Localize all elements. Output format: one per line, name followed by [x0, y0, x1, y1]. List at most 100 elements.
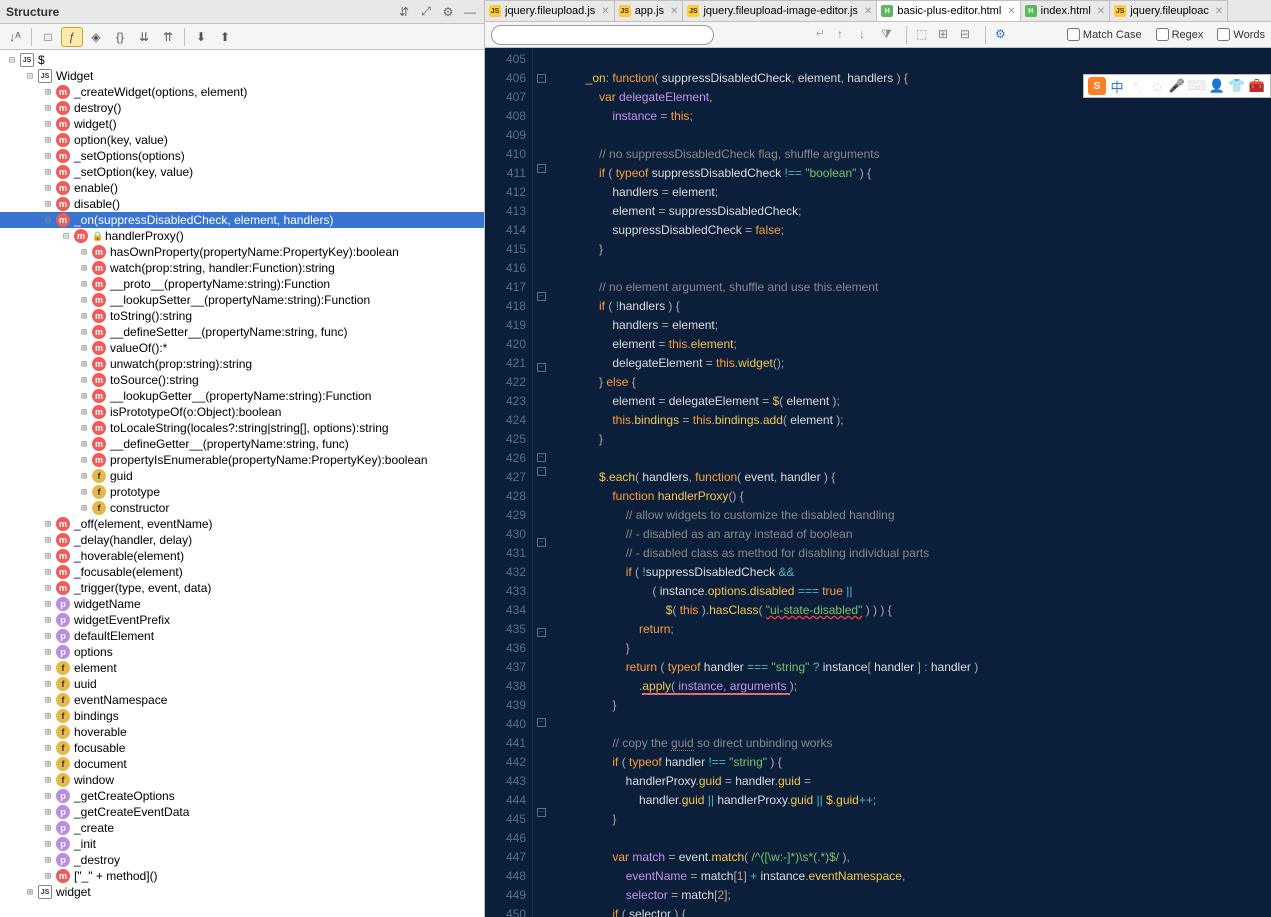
ime-user-icon[interactable]: 👤 [1208, 77, 1226, 95]
ime-logo-icon[interactable]: S [1088, 77, 1106, 95]
tree-node[interactable]: ⊞p_create [0, 820, 484, 836]
editor-tab[interactable]: Hbasic-plus-editor.html✕ [876, 0, 1020, 21]
tree-node[interactable]: ⊞JSwidget [0, 884, 484, 900]
tree-node[interactable]: ⊞m_delay(handler, delay) [0, 532, 484, 548]
collapse-all-icon[interactable]: ⤢ [418, 4, 434, 20]
tree-node[interactable]: ⊞fwindow [0, 772, 484, 788]
select-all-icon[interactable]: ⬚ [916, 27, 932, 43]
expander-icon[interactable]: ⊞ [42, 774, 54, 786]
tree-node[interactable]: ⊞menable() [0, 180, 484, 196]
tree-node[interactable]: ⊞mwidget() [0, 116, 484, 132]
expander-icon[interactable]: ⊞ [42, 598, 54, 610]
expander-icon[interactable]: ⊞ [78, 358, 90, 370]
close-icon[interactable]: ✕ [1215, 6, 1223, 17]
code-editor[interactable]: 405 406 407 408 409 410 411 412 413 414 … [485, 48, 1271, 917]
editor-tab[interactable]: JSjquery.fileupload-image-editor.js✕ [682, 0, 877, 21]
ime-voice-icon[interactable]: 🎤 [1168, 77, 1186, 95]
editor-tab[interactable]: JSjquery.fileupload.js✕ [485, 0, 615, 21]
tree-node[interactable]: ⊞fuuid [0, 676, 484, 692]
expander-icon[interactable]: ⊟ [6, 54, 18, 66]
fold-icon[interactable]: − [537, 467, 546, 476]
expander-icon[interactable]: ⊞ [42, 102, 54, 114]
expander-icon[interactable]: ⊞ [42, 134, 54, 146]
tree-node[interactable]: ⊞m__lookupGetter__(propertyName:string):… [0, 388, 484, 404]
tree-node[interactable]: ⊟JS$ [0, 52, 484, 68]
tree-node[interactable]: ⊞mwatch(prop:string, handler:Function):s… [0, 260, 484, 276]
tree-node[interactable]: ⊞m_off(element, eventName) [0, 516, 484, 532]
expander-icon[interactable]: ⊞ [78, 246, 90, 258]
tree-node[interactable]: ⊞munwatch(prop:string):string [0, 356, 484, 372]
filter-inherited-icon[interactable]: ◈ [85, 27, 107, 47]
tree-node[interactable]: ⊞m_hoverable(element) [0, 548, 484, 564]
expander-icon[interactable]: ⊞ [42, 150, 54, 162]
tree-node[interactable]: ⊞mhasOwnProperty(propertyName:PropertyKe… [0, 244, 484, 260]
words-checkbox[interactable]: Words [1217, 28, 1265, 41]
expander-icon[interactable]: ⊞ [42, 870, 54, 882]
tree-node[interactable]: ⊞mpropertyIsEnumerable(propertyName:Prop… [0, 452, 484, 468]
tree-node[interactable]: ⊞mdisable() [0, 196, 484, 212]
tree-node[interactable]: ⊞mdestroy() [0, 100, 484, 116]
expander-icon[interactable]: ⊞ [42, 742, 54, 754]
tree-node[interactable]: ⊞m__defineGetter__(propertyName:string, … [0, 436, 484, 452]
fold-icon[interactable]: − [537, 538, 546, 547]
tree-node[interactable]: ⊞m_focusable(element) [0, 564, 484, 580]
scroll-from-source-icon[interactable]: ⇵ [396, 4, 412, 20]
expander-icon[interactable]: ⊞ [78, 310, 90, 322]
tree-node[interactable]: ⊞ffocusable [0, 740, 484, 756]
minimap-scrollbar[interactable] [1259, 48, 1271, 917]
tree-node[interactable]: ⊞mtoLocaleString(locales?:string|string[… [0, 420, 484, 436]
autoscroll-to-source-icon[interactable]: ⬇ [190, 27, 212, 47]
expander-icon[interactable]: ⊞ [42, 614, 54, 626]
close-icon[interactable]: ✕ [864, 6, 872, 17]
tree-node[interactable]: ⊞mtoSource():string [0, 372, 484, 388]
fold-icon[interactable]: − [537, 164, 546, 173]
expander-icon[interactable]: ⊞ [42, 518, 54, 530]
expander-icon[interactable]: ⊞ [42, 678, 54, 690]
fold-icon[interactable]: − [537, 292, 546, 301]
ime-punct-icon[interactable]: °, [1128, 77, 1146, 95]
expander-icon[interactable]: ⊞ [42, 758, 54, 770]
expander-icon[interactable]: ⊞ [42, 118, 54, 130]
tree-node[interactable]: ⊞m_setOption(key, value) [0, 164, 484, 180]
expander-icon[interactable]: ⊞ [42, 694, 54, 706]
fold-icon[interactable]: − [537, 363, 546, 372]
ime-lang-icon[interactable]: 中 [1108, 77, 1126, 95]
tree-node[interactable]: ⊟m_on(suppressDisabledCheck, element, ha… [0, 212, 484, 228]
expander-icon[interactable]: ⊞ [78, 422, 90, 434]
expander-icon[interactable]: ⊞ [42, 726, 54, 738]
remove-selection-icon[interactable]: ⊟ [960, 27, 976, 43]
expander-icon[interactable]: ⊞ [42, 550, 54, 562]
expander-icon[interactable]: ⊞ [42, 646, 54, 658]
collapse-all-tree-icon[interactable]: ⇈ [157, 27, 179, 47]
expander-icon[interactable]: ⊞ [42, 582, 54, 594]
expander-icon[interactable]: ⊞ [78, 326, 90, 338]
expander-icon[interactable]: ⊟ [24, 70, 36, 82]
fold-icon[interactable]: − [537, 453, 546, 462]
tree-node[interactable]: ⊞misPrototypeOf(o:Object):boolean [0, 404, 484, 420]
editor-tab[interactable]: JSjquery.fileuploac✕ [1109, 0, 1228, 21]
tree-node[interactable]: ⊞poptions [0, 644, 484, 660]
fold-icon[interactable]: − [537, 74, 546, 83]
autoscroll-from-source-icon[interactable]: ⬆ [214, 27, 236, 47]
expander-icon[interactable]: ⊞ [78, 262, 90, 274]
tree-node[interactable]: ⊞fprototype [0, 484, 484, 500]
tree-node[interactable]: ⊞p_destroy [0, 852, 484, 868]
expander-icon[interactable]: ⊞ [78, 502, 90, 514]
tree-node[interactable]: ⊞moption(key, value) [0, 132, 484, 148]
close-icon[interactable]: ✕ [670, 6, 678, 17]
expander-icon[interactable]: ⊟ [60, 230, 72, 242]
expander-icon[interactable]: ⊞ [78, 374, 90, 386]
expander-icon[interactable]: ⊞ [78, 278, 90, 290]
expander-icon[interactable]: ⊞ [78, 486, 90, 498]
tree-node[interactable]: ⊞fconstructor [0, 500, 484, 516]
close-icon[interactable]: ✕ [1097, 6, 1105, 17]
filter-lambda-icon[interactable]: {} [109, 27, 131, 47]
tree-node[interactable]: ⊞m_trigger(type, event, data) [0, 580, 484, 596]
expander-icon[interactable]: ⊞ [42, 198, 54, 210]
expander-icon[interactable]: ⊞ [42, 838, 54, 850]
tree-node[interactable]: ⊞m__lookupSetter__(propertyName:string):… [0, 292, 484, 308]
expander-icon[interactable]: ⊞ [42, 854, 54, 866]
structure-tree[interactable]: ⊟JS$⊟JSWidget⊞m_createWidget(options, el… [0, 50, 484, 917]
tree-node[interactable]: ⊞m["_" + method]() [0, 868, 484, 884]
expander-icon[interactable]: ⊞ [24, 886, 36, 898]
